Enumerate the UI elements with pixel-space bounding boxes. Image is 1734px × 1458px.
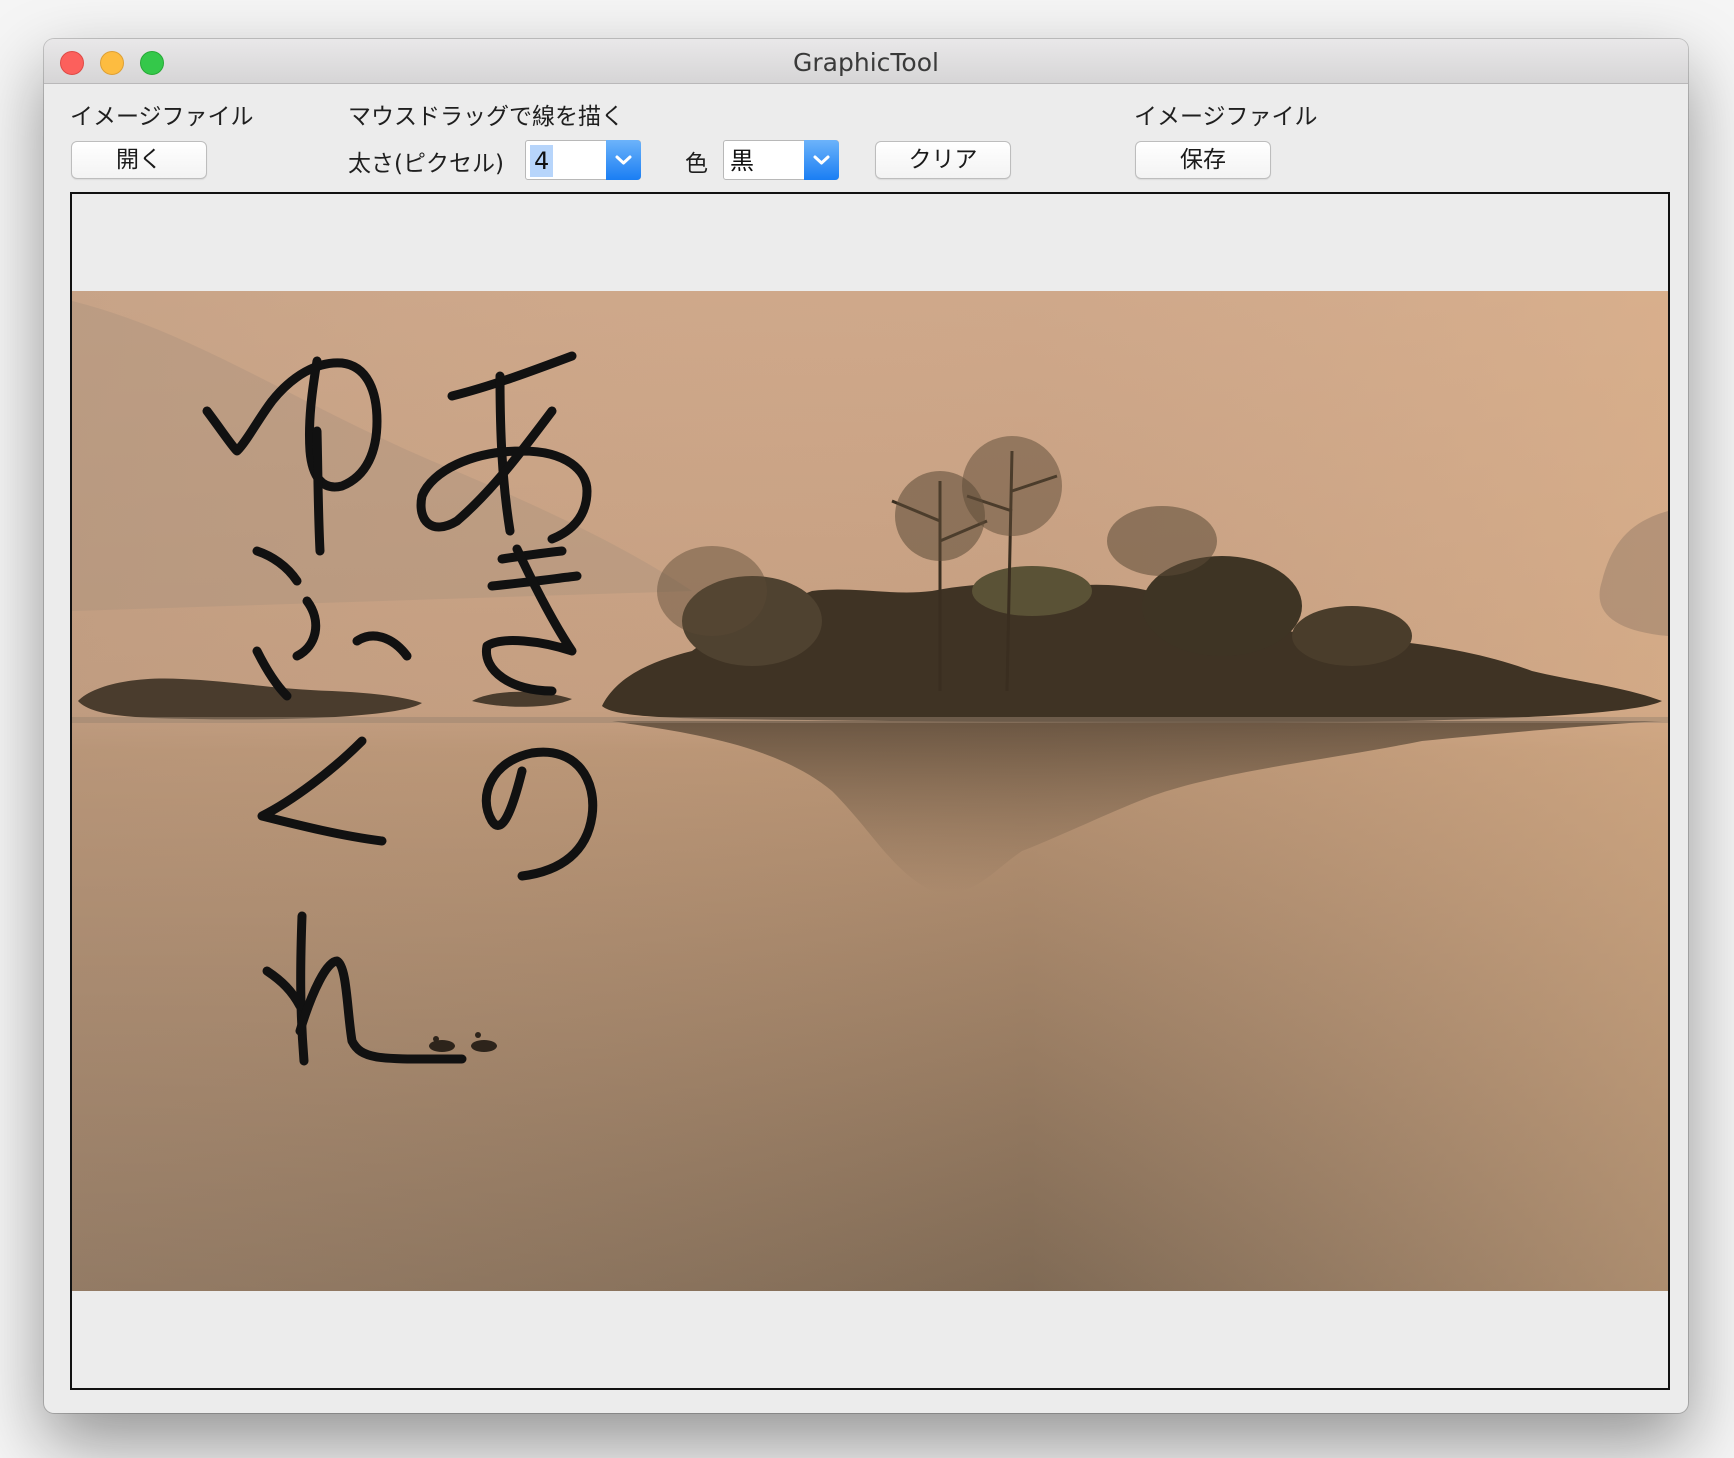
color-combobox[interactable]: 黒 <box>723 140 839 180</box>
open-button[interactable]: 開く <box>71 141 207 179</box>
draw-group-label: マウスドラッグで線を描く <box>348 104 624 130</box>
thickness-combobox[interactable]: 4 <box>525 140 641 180</box>
color-value[interactable]: 黒 <box>730 145 754 177</box>
color-dropdown-arrow[interactable] <box>804 140 839 180</box>
app-window: GraphicTool イメージファイル 開く マウスドラッグで線を描く 太さ(… <box>44 39 1688 1413</box>
drawing-canvas[interactable] <box>70 192 1670 1390</box>
thickness-value[interactable]: 4 <box>530 145 554 177</box>
title-bar[interactable]: GraphicTool <box>44 39 1688 84</box>
loaded-photo <box>72 291 1668 1291</box>
thickness-dropdown-arrow[interactable] <box>606 140 641 180</box>
save-group-label: イメージファイル <box>1134 104 1318 130</box>
chevron-down-icon <box>615 155 632 165</box>
open-group-label: イメージファイル <box>70 104 254 130</box>
clear-button[interactable]: クリア <box>875 141 1011 179</box>
save-button[interactable]: 保存 <box>1135 141 1271 179</box>
thickness-label: 太さ(ピクセル) <box>348 151 504 177</box>
color-label: 色 <box>685 151 708 177</box>
chevron-down-icon <box>813 155 830 165</box>
window-title: GraphicTool <box>793 48 939 77</box>
